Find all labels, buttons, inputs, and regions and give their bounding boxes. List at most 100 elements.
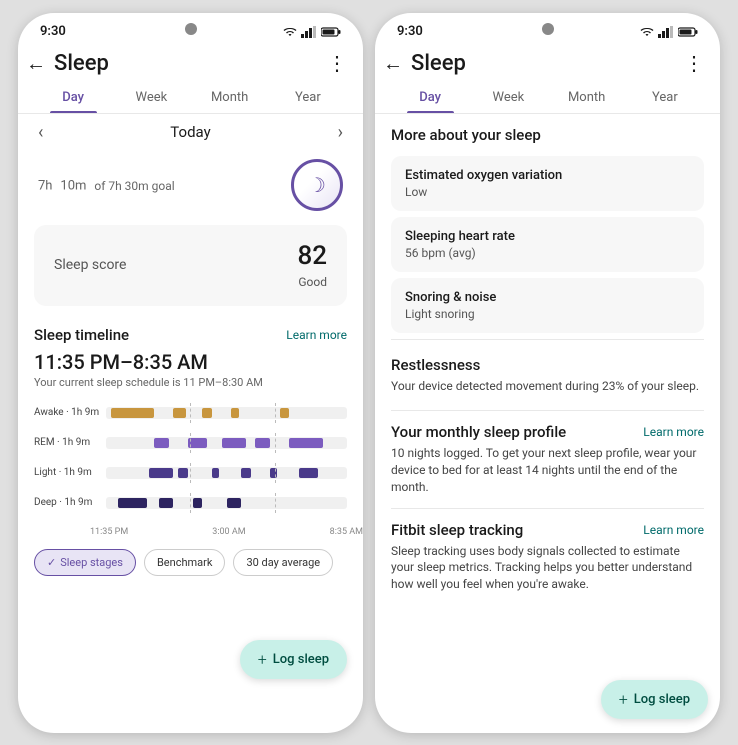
current-date-left: Today <box>170 123 210 141</box>
awake-bar-area <box>106 407 347 419</box>
rem-segment-1 <box>154 438 168 448</box>
light-segment-4 <box>241 468 251 478</box>
awake-segment-1 <box>111 408 154 418</box>
tab-year-left[interactable]: Year <box>269 82 347 113</box>
prev-arrow-left[interactable]: ‹ <box>38 122 43 143</box>
status-bar-right: 9:30 <box>375 13 720 45</box>
light-segment-2 <box>178 468 188 478</box>
rem-segment-5 <box>289 438 323 448</box>
oxygen-title: Estimated oxygen variation <box>405 168 690 183</box>
deep-grid-2 <box>275 493 276 513</box>
rem-label: REM · 1h 9m <box>34 437 106 448</box>
sleep-range-section: 11:35 PM–8:35 AM Your current sleep sche… <box>18 348 363 395</box>
timeline-header: Sleep timeline Learn more <box>18 316 363 348</box>
tab-year-right[interactable]: Year <box>626 82 704 113</box>
rem-segment-4 <box>255 438 269 448</box>
thirty-day-pill[interactable]: 30 day average <box>233 549 333 576</box>
status-bar-left: 9:30 <box>18 13 363 45</box>
divider-2 <box>391 410 704 411</box>
deep-segment-2 <box>159 498 173 508</box>
heart-rate-value: 56 bpm (avg) <box>405 246 690 260</box>
oxygen-card: Estimated oxygen variation Low <box>391 156 704 211</box>
plus-icon-left: + <box>258 650 267 669</box>
fitbit-header: Fitbit sleep tracking Learn more <box>391 521 704 539</box>
tab-week-left[interactable]: Week <box>112 82 190 113</box>
awake-segment-4 <box>231 408 238 418</box>
fitbit-learn-more[interactable]: Learn more <box>643 523 704 537</box>
sleep-time-display: 7h 10m of 7h 30m goal <box>38 165 175 203</box>
rem-grid-2 <box>275 433 276 453</box>
benchmark-pill[interactable]: Benchmark <box>144 549 226 576</box>
wifi-icon-right <box>640 26 654 38</box>
restlessness-title: Restlessness <box>391 356 704 374</box>
timeline-title: Sleep timeline <box>34 326 129 344</box>
rem-segment-3 <box>222 438 246 448</box>
deep-row: Deep · 1h 9m <box>34 489 347 517</box>
battery-icon <box>321 26 341 38</box>
monthly-learn-more[interactable]: Learn more <box>643 425 704 439</box>
light-bar-area <box>106 467 347 479</box>
tab-month-right[interactable]: Month <box>548 82 626 113</box>
light-label: Light · 1h 9m <box>34 467 106 478</box>
rem-bar-area <box>106 437 347 449</box>
thirty-day-label: 30 day average <box>246 556 320 569</box>
sleep-score-card: Sleep score 82 Good <box>34 225 347 306</box>
tabs-right: Day Week Month Year <box>375 82 720 114</box>
log-sleep-label-right: Log sleep <box>634 692 690 707</box>
status-time-right: 9:30 <box>397 24 423 39</box>
deep-bar-area <box>106 497 347 509</box>
left-phone: 9:30 ← Sleep ⋮ Day Week Month Y <box>18 13 363 733</box>
sleep-moon-icon: ☽ <box>291 159 343 211</box>
restlessness-section: Restlessness Your device detected moveme… <box>375 346 720 405</box>
tab-week-right[interactable]: Week <box>469 82 547 113</box>
signal-icon <box>301 26 317 38</box>
oxygen-value: Low <box>405 185 690 199</box>
timeline-learn-more[interactable]: Learn more <box>286 328 347 342</box>
tab-day-left[interactable]: Day <box>34 82 112 113</box>
back-button-left[interactable]: ← <box>26 51 46 76</box>
more-menu-right[interactable]: ⋮ <box>684 51 704 75</box>
tab-month-left[interactable]: Month <box>191 82 269 113</box>
date-nav-left: ‹ Today › <box>18 114 363 151</box>
heart-rate-card: Sleeping heart rate 56 bpm (avg) <box>391 217 704 272</box>
more-about-title: More about your sleep <box>375 114 720 152</box>
more-menu-left[interactable]: ⋮ <box>327 51 347 75</box>
signal-icon-right <box>658 26 674 38</box>
plus-icon-right: + <box>619 690 628 709</box>
sleep-range-text: 11:35 PM–8:35 AM <box>34 350 347 374</box>
time-label-start: 11:35 PM <box>90 527 128 537</box>
divider-3 <box>391 508 704 509</box>
awake-segment-5 <box>280 408 290 418</box>
fitbit-desc: Sleep tracking uses body signals collect… <box>391 543 704 593</box>
next-arrow-left[interactable]: › <box>338 122 343 143</box>
light-grid-2 <box>275 463 276 483</box>
sleep-duration-section: 7h 10m of 7h 30m goal ☽ <box>18 151 363 215</box>
monthly-desc: 10 nights logged. To get your next sleep… <box>391 445 704 495</box>
sleep-stages-pill[interactable]: ✓ Sleep stages <box>34 549 136 576</box>
camera-dot-right <box>542 23 554 35</box>
snoring-value: Light snoring <box>405 307 690 321</box>
deep-segment-4 <box>227 498 241 508</box>
battery-icon-right <box>678 26 698 38</box>
fitbit-section: Fitbit sleep tracking Learn more Sleep t… <box>375 515 720 599</box>
log-sleep-label-left: Log sleep <box>273 652 329 667</box>
deep-segment-3 <box>193 498 203 508</box>
status-icons-left <box>283 26 341 38</box>
bottom-spacer <box>375 599 720 659</box>
log-sleep-fab-right[interactable]: + Log sleep <box>601 680 708 719</box>
deep-label: Deep · 1h 9m <box>34 497 106 508</box>
snoring-title: Snoring & noise <box>405 290 690 305</box>
grid-line-1 <box>190 403 191 423</box>
check-icon: ✓ <box>47 556 56 569</box>
status-icons-right <box>640 26 698 38</box>
right-phone: 9:30 ← Sleep ⋮ Day Week Month Y <box>375 13 720 733</box>
deep-grid-1 <box>190 493 191 513</box>
back-button-right[interactable]: ← <box>383 51 403 76</box>
grid-line-2 <box>275 403 276 423</box>
light-row: Light · 1h 9m <box>34 459 347 487</box>
tab-day-right[interactable]: Day <box>391 82 469 113</box>
log-sleep-fab-left[interactable]: + Log sleep <box>240 640 347 679</box>
time-label-end: 8:35 AM <box>330 527 363 537</box>
sleep-score-label: Sleep score <box>54 257 126 273</box>
status-time-left: 9:30 <box>40 24 66 39</box>
